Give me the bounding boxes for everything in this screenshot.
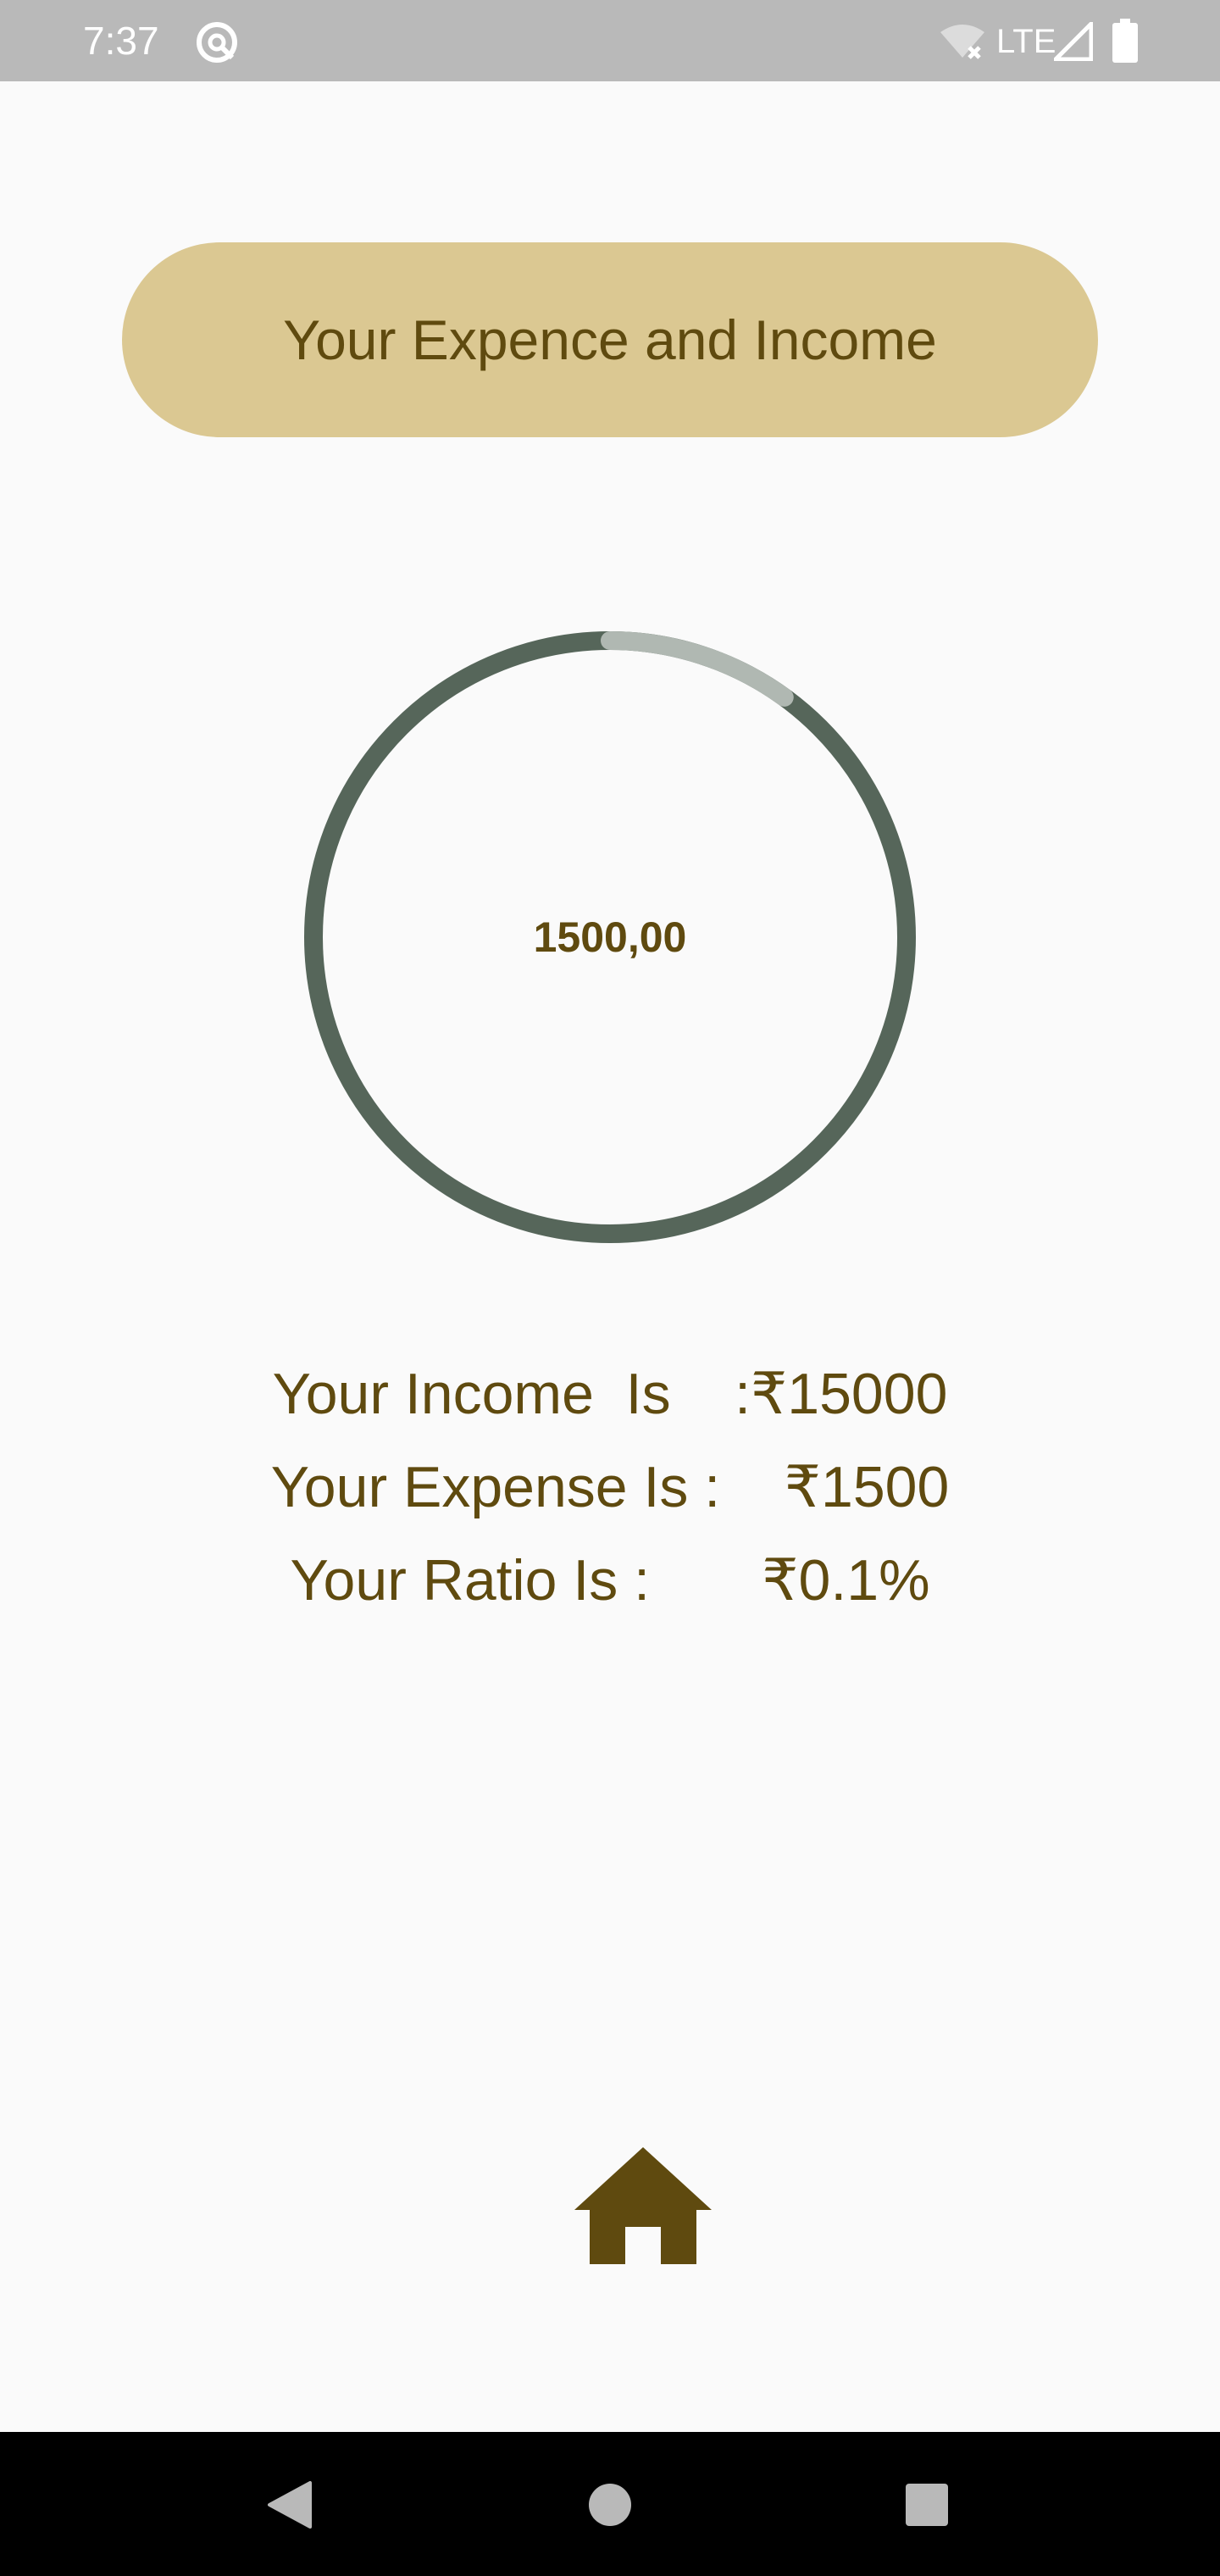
status-bar: 7:37 LTE: [0, 0, 1220, 81]
home-icon[interactable]: [573, 2144, 713, 2268]
ratio-label: Your Ratio Is :: [290, 1548, 762, 1613]
ring-center-value: 1500,00: [533, 913, 687, 961]
signal-icon: [1054, 22, 1093, 61]
ratio-row: Your Ratio Is : ₹0.1%: [0, 1542, 1220, 1618]
income-label: Your Income Is: [272, 1362, 735, 1426]
ratio-value: ₹0.1%: [762, 1547, 930, 1613]
network-type: LTE: [996, 23, 1056, 60]
expense-value: ₹1500: [784, 1454, 950, 1519]
battery-icon: [1112, 19, 1138, 63]
app-notification-icon: [197, 22, 237, 63]
expense-label: Your Expense Is :: [270, 1455, 785, 1519]
status-time: 7:37: [83, 19, 159, 63]
page-title: Your Expence and Income: [283, 308, 937, 371]
income-value: :₹15000: [735, 1361, 948, 1426]
expense-progress-ring: 1500,00: [303, 630, 917, 1244]
header-pill: Your Expence and Income: [122, 242, 1098, 437]
home-circle-icon[interactable]: [588, 2483, 632, 2527]
expense-row: Your Expense Is : ₹1500: [0, 1449, 1220, 1525]
recent-apps-icon[interactable]: [905, 2483, 949, 2527]
wifi-off-icon: [940, 25, 984, 59]
back-icon[interactable]: [266, 2479, 313, 2530]
income-row: Your Income Is :₹15000: [0, 1356, 1220, 1432]
